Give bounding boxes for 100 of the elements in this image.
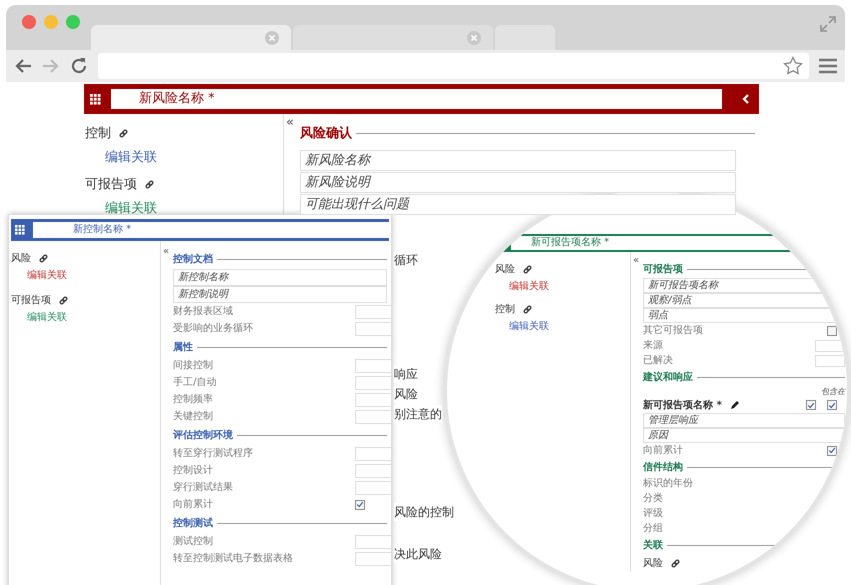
field-label: 受影响的业务循环: [173, 322, 254, 336]
value-field[interactable]: [355, 358, 391, 372]
collapse-toggle[interactable]: «: [631, 252, 644, 266]
value-field[interactable]: [815, 340, 845, 352]
field-label: 分组: [643, 523, 664, 534]
text-field[interactable]: 新控制名称: [173, 269, 387, 286]
field-label: 向前累计: [173, 498, 214, 512]
field-label: 已解决: [643, 354, 674, 368]
field-label: 穿行测试结果: [173, 480, 234, 495]
link-icon: [119, 129, 128, 138]
value-field[interactable]: [815, 354, 845, 366]
checkbox[interactable]: [827, 446, 837, 456]
browser-tab[interactable]: [293, 25, 493, 50]
edit-link[interactable]: 编辑关联: [105, 148, 283, 167]
field-label: 别注意的: [394, 404, 442, 422]
value-field[interactable]: [355, 534, 391, 548]
field-label: 向前累计: [643, 444, 684, 458]
link-icon: [145, 180, 154, 190]
text-field[interactable]: 新风险名称: [300, 150, 736, 170]
forward-arrow-icon[interactable]: [42, 58, 60, 74]
link-icon: [671, 558, 680, 568]
value-field[interactable]: [355, 480, 391, 494]
field-label: 来源: [643, 338, 664, 353]
section-title: 关联: [643, 538, 664, 552]
close-tab-icon[interactable]: [467, 30, 481, 44]
browser-tab[interactable]: [91, 25, 291, 50]
association-label: 控制: [85, 125, 111, 143]
field-label: 财务报表区域: [173, 304, 234, 319]
association-label: 控制: [495, 302, 515, 317]
chevron-left-icon[interactable]: [740, 93, 750, 105]
field-label: 控制设计: [173, 464, 214, 478]
collapse-toggle[interactable]: «: [161, 241, 174, 257]
value-field[interactable]: [355, 552, 391, 566]
value-field[interactable]: [355, 304, 391, 318]
value-field[interactable]: [355, 376, 391, 390]
field-label: 测试控制: [173, 534, 214, 549]
grid-menu-icon[interactable]: [90, 94, 101, 104]
new-tab-button[interactable]: [495, 25, 555, 50]
field-label: 标识的年份: [643, 478, 694, 489]
back-arrow-icon[interactable]: [14, 58, 32, 74]
section-title: 信件结构: [643, 460, 684, 474]
section-title: 可报告项: [643, 262, 684, 276]
reload-icon[interactable]: [70, 57, 88, 75]
value-field[interactable]: [355, 464, 391, 478]
checkbox[interactable]: [806, 400, 816, 410]
edit-link[interactable]: 编辑关联: [105, 198, 283, 218]
association-label: 风险: [643, 556, 664, 570]
text-field[interactable]: 原因: [643, 428, 845, 443]
star-icon[interactable]: [783, 56, 803, 76]
text-field[interactable]: 新控制说明: [173, 286, 387, 303]
value-field[interactable]: [355, 322, 391, 336]
record-name-field[interactable]: 新控制名称 *: [33, 222, 389, 238]
field-label: 转至控制测试电子数据表格: [173, 552, 294, 566]
value-field[interactable]: [355, 392, 391, 406]
field-label: 响应: [394, 364, 418, 382]
edit-link[interactable]: 编辑关联: [27, 310, 160, 325]
association-label: 风险: [495, 263, 515, 277]
field-label: 转至穿行测试程序: [173, 446, 254, 461]
edit-link[interactable]: 编辑关联: [509, 279, 630, 294]
grid-menu-icon[interactable]: [15, 225, 25, 235]
minimize-window-button[interactable]: [44, 15, 58, 29]
edit-link[interactable]: 编辑关联: [509, 319, 630, 334]
link-icon: [39, 254, 48, 263]
field-label: 手工/自动: [173, 376, 216, 390]
item-name-label: 新可报告项名称 *: [643, 398, 722, 412]
collapse-toggle[interactable]: «: [284, 114, 300, 129]
pencil-icon[interactable]: [730, 400, 740, 410]
association-label: 风险: [11, 252, 31, 266]
record-name-field[interactable]: 新风险名称 *: [111, 89, 722, 109]
text-field[interactable]: 可能出现什么问题: [300, 194, 736, 214]
menu-icon[interactable]: [819, 58, 837, 74]
close-window-button[interactable]: [22, 15, 36, 29]
field-label: 控制频率: [173, 392, 214, 407]
section-title: 建议和响应: [643, 370, 694, 384]
section-title: 评估控制环境: [173, 428, 234, 442]
field-label: 间接控制: [173, 358, 214, 373]
edit-link[interactable]: 编辑关联: [27, 268, 160, 283]
checkbox[interactable]: [827, 400, 837, 410]
text-field[interactable]: 管理层响应: [643, 413, 845, 428]
checkbox[interactable]: [355, 500, 365, 510]
association-label: 可报告项: [11, 294, 51, 308]
value-field[interactable]: [355, 410, 391, 424]
association-label: 可报告项: [85, 176, 137, 194]
column-note: 包含在: [821, 387, 845, 396]
section-title: 控制文档: [173, 252, 214, 266]
field-label: 评级: [643, 508, 664, 519]
checkbox[interactable]: [827, 326, 837, 336]
section-title: 属性: [173, 340, 194, 354]
section-title: 风险确认: [300, 125, 352, 143]
section-title: 控制测试: [173, 516, 214, 530]
link-icon: [59, 296, 68, 305]
maximize-window-button[interactable]: [66, 15, 80, 29]
field-label: 关键控制: [173, 410, 214, 424]
link-icon: [523, 265, 532, 274]
value-field[interactable]: [355, 446, 391, 460]
field-label: 其它可报告项: [643, 324, 704, 338]
close-tab-icon[interactable]: [265, 30, 279, 44]
fullscreen-icon[interactable]: [819, 15, 837, 33]
field-label: 分类: [643, 493, 664, 504]
text-field[interactable]: 新风险说明: [300, 172, 736, 192]
